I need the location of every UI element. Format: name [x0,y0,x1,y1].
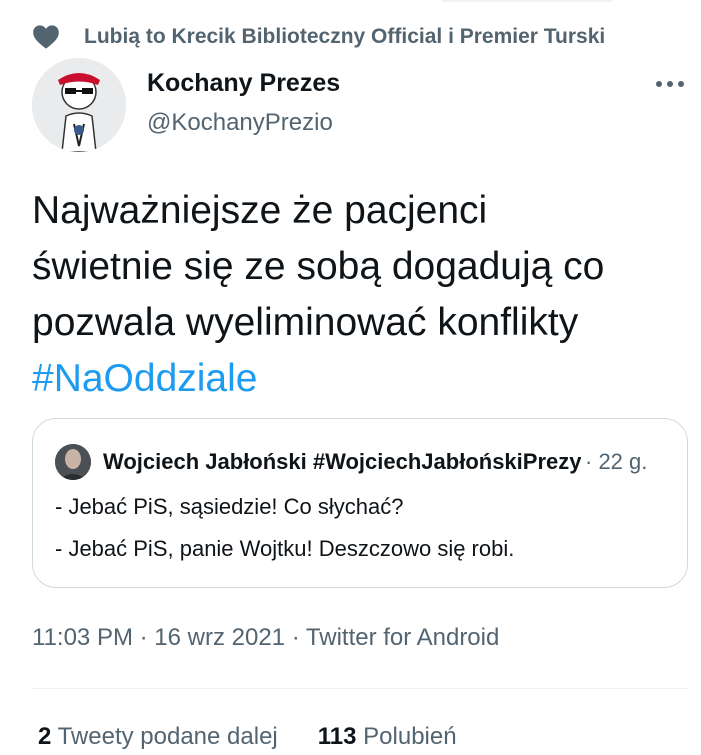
divider [32,688,688,689]
more-horizontal-icon[interactable] [652,70,688,98]
tweet-detail-page: Lubią to Krecik Biblioteczny Official i … [0,0,701,755]
tweet-meta[interactable]: 11:03 PM · 16 wrz 2021 · Twitter for And… [32,624,499,652]
quoted-text-line: - Jebać PiS, panie Wojtku! Deszczowo się… [55,536,515,561]
top-divider [442,0,612,2]
quoted-tweet[interactable]: Wojciech Jabłoński #WojciechJabłońskiPre… [32,418,688,588]
quoted-avatar [55,444,91,480]
likes-label: Polubień [363,723,457,750]
retweets-label: Tweety podane dalej [57,723,278,750]
tweet-text-line: Najważniejsze że pacjenci [32,189,488,232]
heart-icon [32,22,64,52]
retweets-count: 2 [38,723,52,750]
tweet-text-line: świetnie się ze sobą dogadują co [32,245,605,288]
tweet-text-line: pozwala wyeliminować konflikty [32,301,579,344]
retweets-stat[interactable]: 2 Tweety podane dalej [38,723,278,751]
quoted-text-line: - Jebać PiS, sąsiedzie! Co słychać? [55,494,404,519]
avatar[interactable] [32,58,126,152]
social-context[interactable]: Lubią to Krecik Biblioteczny Official i … [32,22,605,52]
social-context-text: Lubią to Krecik Biblioteczny Official i … [84,25,606,48]
author-name[interactable]: Kochany Prezes [147,69,340,98]
tweet-text: Najważniejsze że pacjenci świetnie się z… [32,183,692,407]
likes-count: 113 [317,723,357,750]
tweet-stats: 2 Tweety podane dalej 113 Polubień [38,723,457,751]
author-handle[interactable]: @KochanyPrezio [147,109,333,137]
quoted-author-name: Wojciech Jabłoński #WojciechJabłońskiPre… [103,449,581,474]
likes-stat[interactable]: 113 Polubień [318,723,457,751]
quoted-time: · 22 g. [585,449,648,474]
hashtag-link[interactable]: #NaOddziale [32,351,692,407]
